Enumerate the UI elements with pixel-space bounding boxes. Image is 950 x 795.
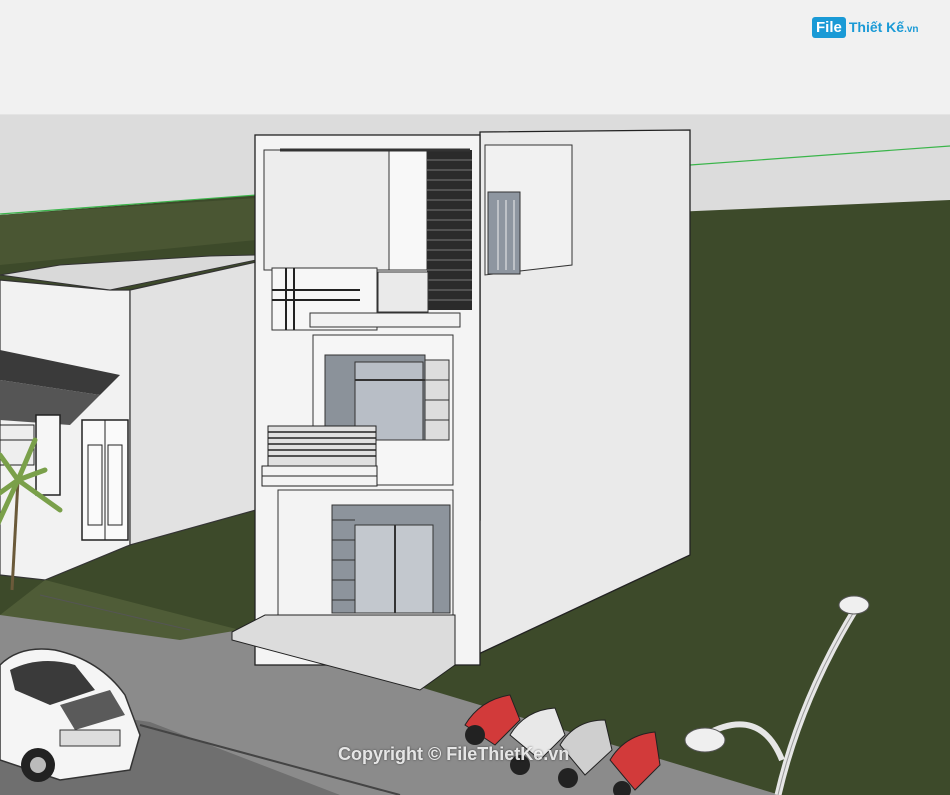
logo-file-badge: File (812, 16, 846, 38)
filethietke-logo: File Thiết Kế.vn (812, 14, 919, 40)
sketchup-viewport (0, 0, 950, 795)
logo-brand: Thiết Kế.vn (848, 19, 919, 35)
copyright-watermark: Copyright © FileThietKe.vn (338, 744, 570, 764)
top-band (0, 0, 950, 115)
